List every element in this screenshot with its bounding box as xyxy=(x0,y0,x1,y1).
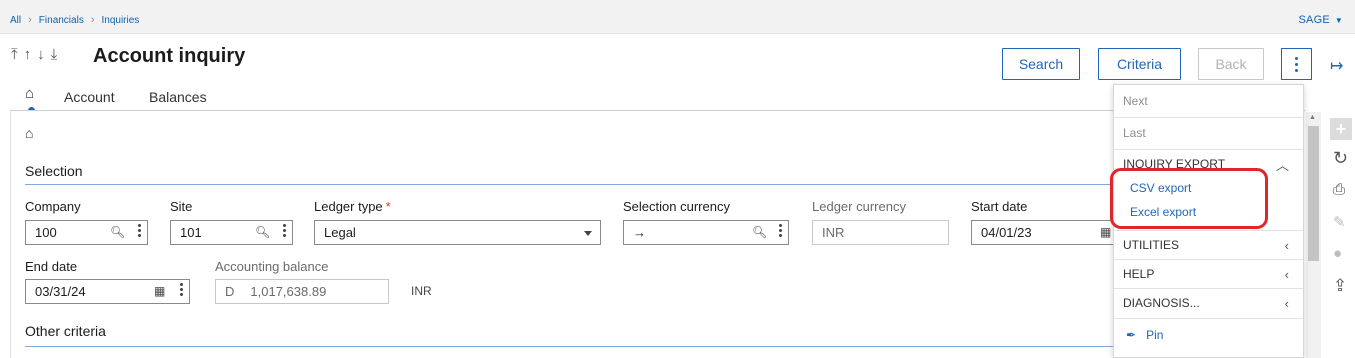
breadcrumb: All › Financials › Inquiries xyxy=(10,14,139,26)
menu-group-label: HELP xyxy=(1123,267,1155,281)
main-content: ⌂ Selection Company Site Ledger type * Se… xyxy=(10,110,1305,358)
search-icon[interactable]: 🔍︎ xyxy=(752,225,767,239)
balance-sign: D xyxy=(225,284,235,299)
share-icon[interactable]: ⇪ xyxy=(1333,276,1347,296)
section-divider xyxy=(25,346,1125,347)
add-icon[interactable]: + xyxy=(1330,118,1352,140)
next-record-icon[interactable]: ↓ xyxy=(37,46,45,63)
first-record-icon[interactable]: ⤒ xyxy=(11,46,18,63)
back-button[interactable]: Back xyxy=(1198,48,1264,80)
chevron-right-icon: › xyxy=(28,14,32,26)
breadcrumb-inquiries[interactable]: Inquiries xyxy=(102,15,140,26)
selection-currency-field[interactable]: → 🔍︎ xyxy=(623,220,789,245)
menu-item-excel-export[interactable]: Excel export xyxy=(1114,201,1303,223)
ledger-currency-value: INR xyxy=(822,225,845,240)
user-menu[interactable]: SAGE ▼ xyxy=(1299,14,1344,26)
tab-account[interactable]: Account xyxy=(64,89,115,105)
section-divider xyxy=(25,184,1125,185)
balance-value: 1,017,638.89 xyxy=(250,284,327,299)
top-bar: All › Financials › Inquiries SAGE ▼ xyxy=(0,0,1355,34)
comment-icon[interactable]: ● xyxy=(1333,245,1342,262)
menu-divider xyxy=(1114,117,1303,118)
search-icon[interactable]: 🔍︎ xyxy=(110,225,125,239)
menu-item-pin[interactable]: ✒ Pin xyxy=(1114,321,1303,349)
menu-group-label: INQUIRY EXPORT xyxy=(1123,157,1226,171)
caret-down-icon xyxy=(584,231,592,236)
accounting-balance-field: D 1,017,638.89 xyxy=(215,279,389,304)
last-record-icon[interactable]: ⤓ xyxy=(51,46,58,63)
menu-item-label: Pin xyxy=(1146,328,1164,342)
more-vertical-icon[interactable] xyxy=(1281,48,1312,80)
menu-group-label: DIAGNOSIS... xyxy=(1123,296,1200,310)
more-vertical-icon[interactable] xyxy=(281,224,287,237)
menu-item-next[interactable]: Next xyxy=(1114,87,1303,115)
site-label: Site xyxy=(170,199,193,214)
caret-down-icon: ▼ xyxy=(1334,16,1343,25)
menu-item-csv-export[interactable]: CSV export xyxy=(1114,177,1303,199)
attachment-icon[interactable]: ✎ xyxy=(1333,213,1346,231)
start-date-field[interactable]: 04/01/23 ▦ xyxy=(971,220,1116,245)
calendar-icon[interactable]: ▦ xyxy=(154,284,165,298)
exit-icon[interactable]: ↦ xyxy=(1330,56,1343,76)
search-button[interactable]: Search xyxy=(1002,48,1080,80)
menu-group-diagnosis[interactable]: DIAGNOSIS... ‹ xyxy=(1114,289,1303,317)
tab-balances[interactable]: Balances xyxy=(149,89,207,105)
ledger-type-label: Ledger type * xyxy=(314,199,391,214)
menu-group-help[interactable]: HELP ‹ xyxy=(1114,260,1303,288)
accounting-balance-label: Accounting balance xyxy=(215,259,329,274)
company-label: Company xyxy=(25,199,81,214)
section-title-selection: Selection xyxy=(25,163,83,179)
user-name: SAGE xyxy=(1298,14,1330,26)
required-marker: * xyxy=(385,199,391,214)
start-date-label: Start date xyxy=(971,199,1028,214)
chevron-left-icon: ‹ xyxy=(1284,295,1289,311)
company-value: 100 xyxy=(35,225,57,240)
menu-group-label: UTILITIES xyxy=(1123,238,1180,252)
ledger-currency-label: Ledger currency xyxy=(812,199,906,214)
breadcrumb-all[interactable]: All xyxy=(10,15,21,26)
section-title-other-criteria: Other criteria xyxy=(25,323,106,339)
calendar-icon[interactable]: ▦ xyxy=(1100,225,1111,239)
search-icon[interactable]: 🔍︎ xyxy=(255,225,270,239)
scrollbar-thumb[interactable] xyxy=(1308,126,1319,261)
start-date-value: 04/01/23 xyxy=(981,225,1032,240)
refresh-icon[interactable]: ↻ xyxy=(1333,148,1348,169)
home-icon[interactable]: ⌂ xyxy=(25,85,34,102)
more-vertical-icon[interactable] xyxy=(777,224,783,237)
site-value: 101 xyxy=(180,225,202,240)
chevron-up-icon: ︿ xyxy=(1275,157,1289,173)
home-icon[interactable]: ⌂ xyxy=(25,125,33,141)
end-date-label: End date xyxy=(25,259,78,274)
actions-menu: Next Last INQUIRY EXPORT ︿ CSV export Ex… xyxy=(1113,84,1304,358)
scroll-up-icon[interactable]: ▲ xyxy=(1309,114,1316,121)
ledger-currency-field: INR xyxy=(812,220,949,245)
menu-group-utilities[interactable]: UTILITIES ‹ xyxy=(1114,231,1303,259)
menu-item-last[interactable]: Last xyxy=(1114,119,1303,147)
criteria-button[interactable]: Criteria xyxy=(1098,48,1181,80)
menu-group-inquiry-export[interactable]: INQUIRY EXPORT ︿ xyxy=(1114,151,1303,177)
balance-currency: INR xyxy=(411,284,432,298)
ledger-type-value: Legal xyxy=(324,225,356,240)
previous-record-icon[interactable]: ↑ xyxy=(24,46,32,63)
chevron-right-icon: › xyxy=(90,14,95,26)
chevron-left-icon: ‹ xyxy=(1284,237,1289,253)
menu-divider xyxy=(1114,149,1303,150)
end-date-field[interactable]: 03/31/24 ▦ xyxy=(25,279,190,304)
chevron-left-icon: ‹ xyxy=(1284,266,1289,282)
site-field[interactable]: 101 🔍︎ xyxy=(170,220,293,245)
ledger-type-select[interactable]: Legal xyxy=(314,220,601,245)
menu-divider xyxy=(1114,318,1303,319)
more-vertical-icon[interactable] xyxy=(136,224,142,237)
more-vertical-icon[interactable] xyxy=(178,283,184,296)
end-date-value: 03/31/24 xyxy=(35,284,86,299)
record-navigation: ⤒ ↑ ↓ ⤓ xyxy=(11,46,57,63)
selection-currency-label: Selection currency xyxy=(623,199,730,214)
page-title: Account inquiry xyxy=(93,45,246,67)
print-icon[interactable]: ⎙ xyxy=(1333,181,1345,198)
company-field[interactable]: 100 🔍︎ xyxy=(25,220,148,245)
breadcrumb-financials[interactable]: Financials xyxy=(39,15,84,26)
pin-icon: ✒ xyxy=(1126,328,1137,342)
